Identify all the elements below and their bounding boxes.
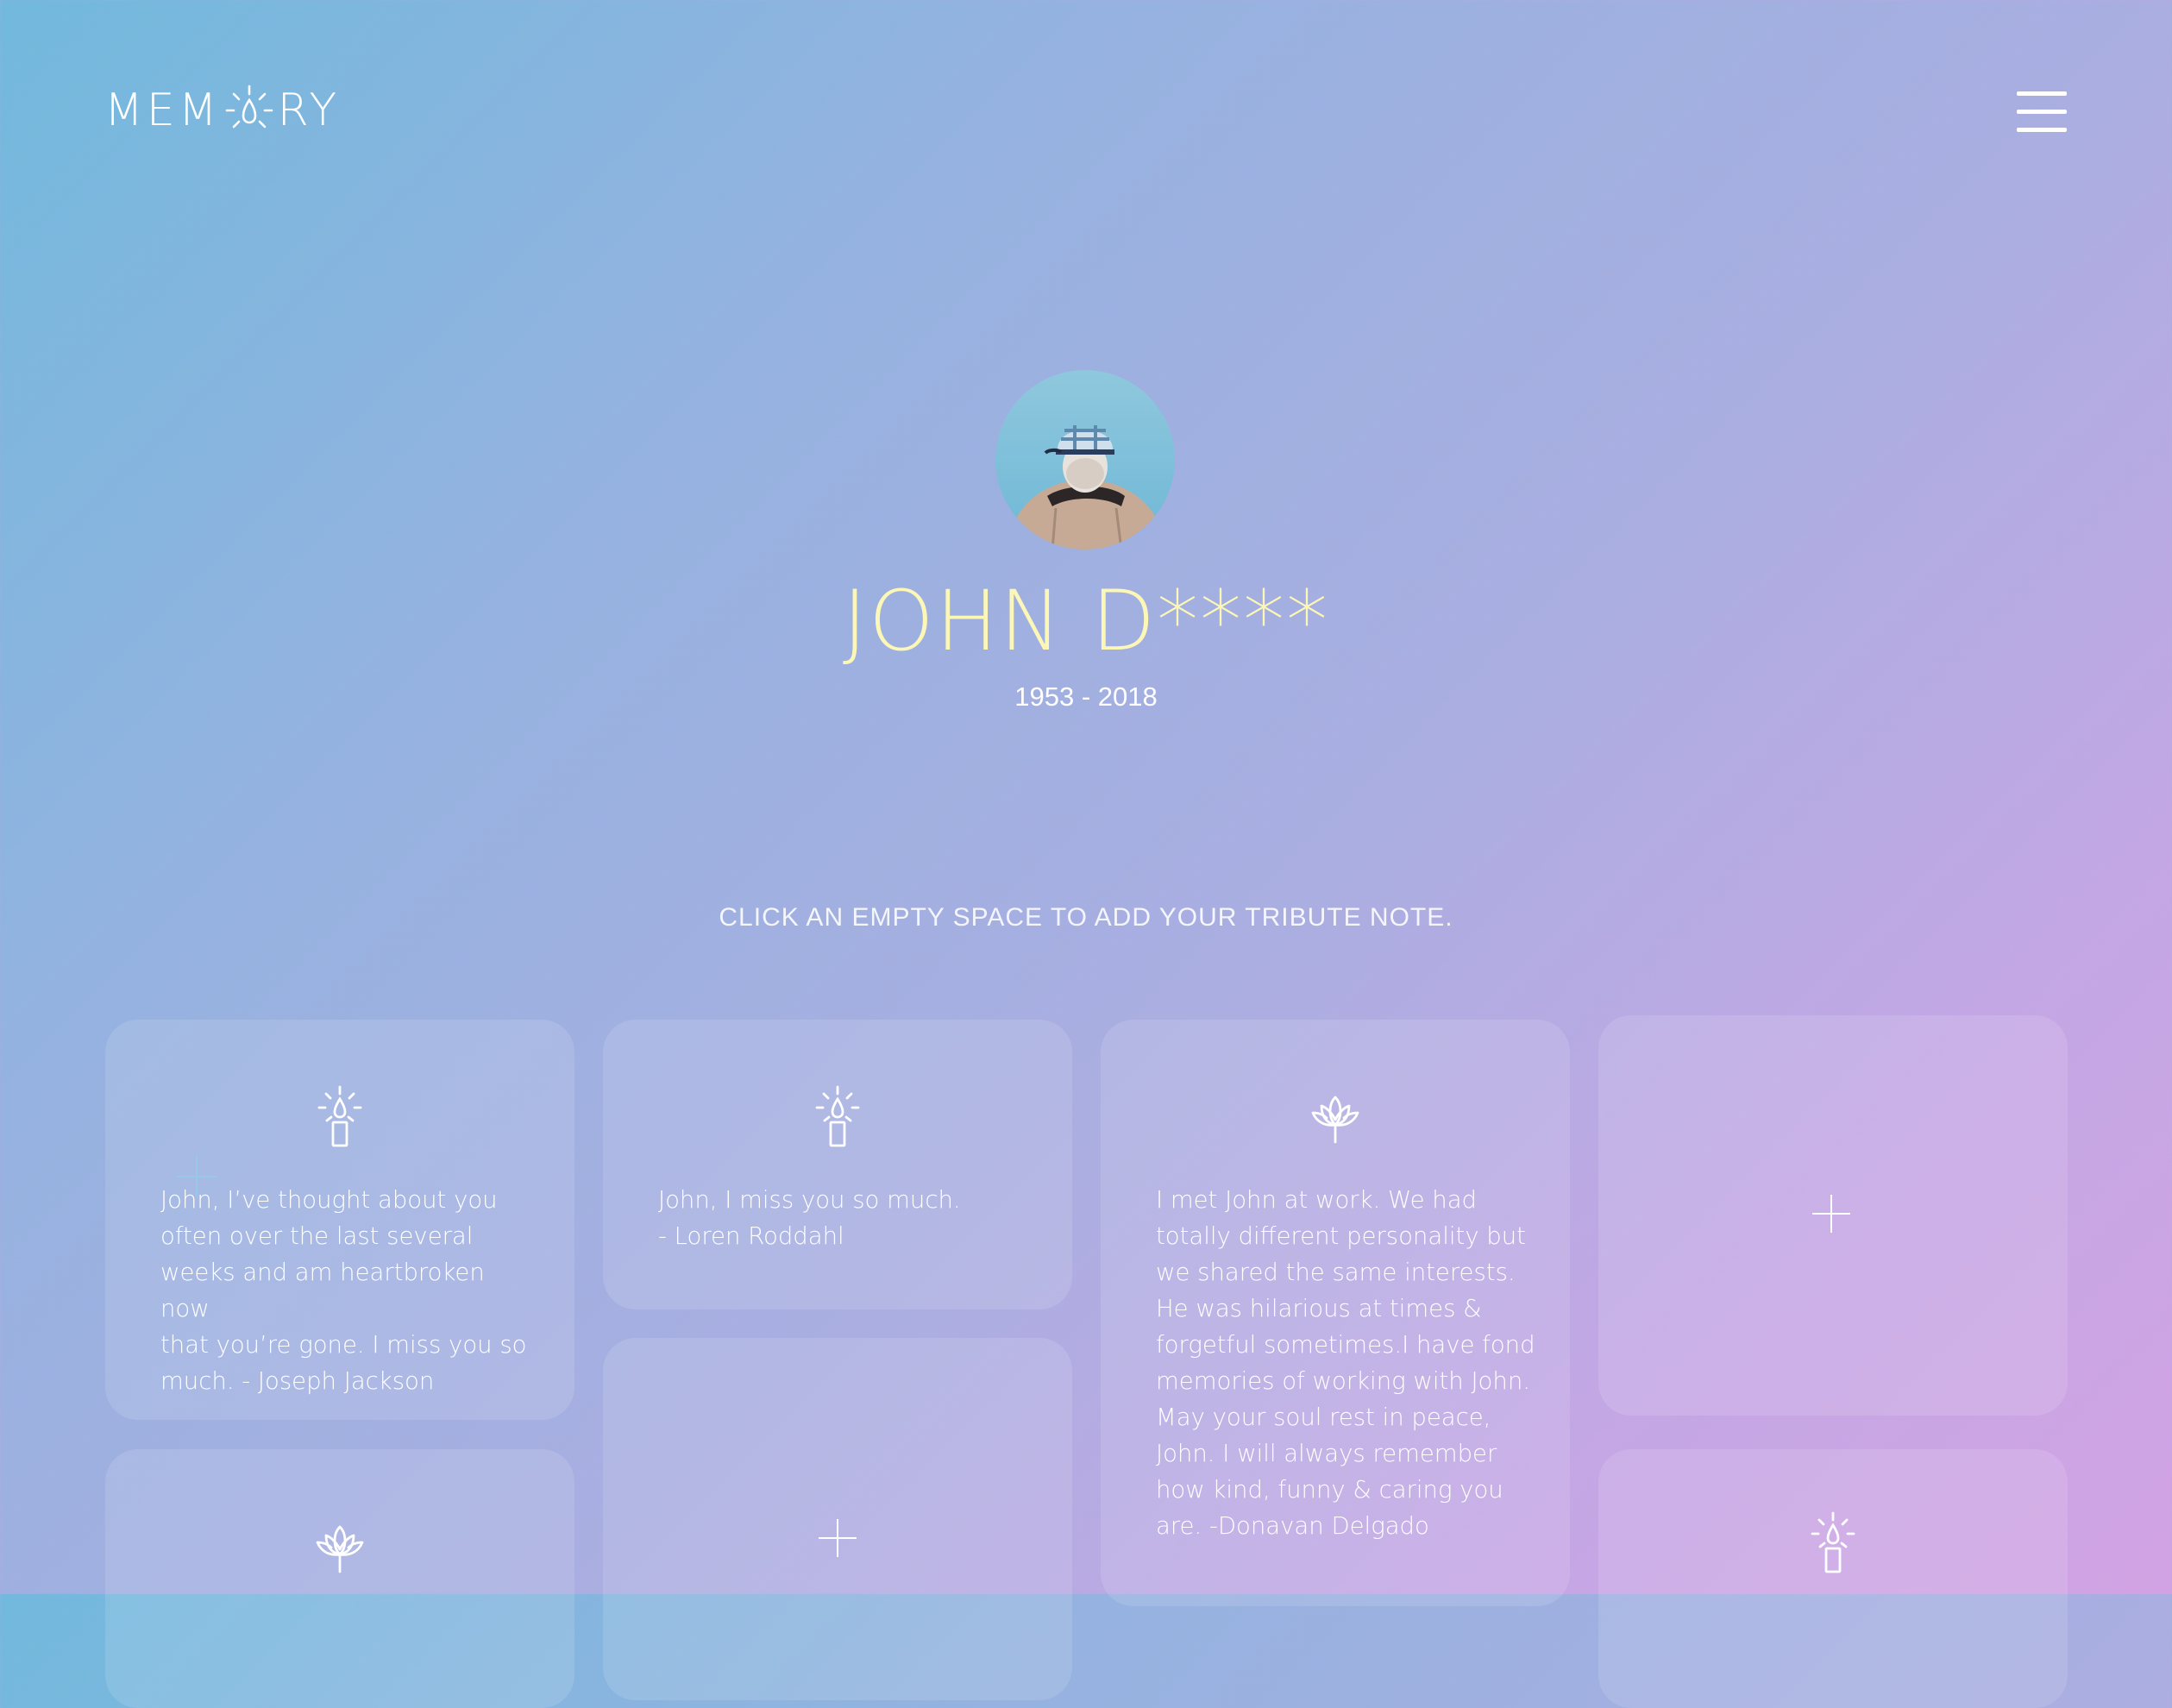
tribute-card[interactable] xyxy=(105,1449,574,1708)
empty-tribute-slot[interactable] xyxy=(1598,1015,2068,1416)
tribute-text: John, I miss you so much. - Loren Roddah… xyxy=(658,1186,961,1250)
tribute-card[interactable]: John, I miss you so much. - Loren Roddah… xyxy=(603,1020,1072,1309)
candle-icon xyxy=(105,1085,574,1147)
tribute-text: John, I’ve thought about you often over … xyxy=(160,1186,527,1395)
tribute-card[interactable]: I met John at work. We had totally diffe… xyxy=(1101,1020,1570,1606)
candle-flame-icon xyxy=(223,84,276,137)
candle-icon xyxy=(603,1085,1072,1147)
page-title: JOHN D**** xyxy=(842,573,1330,669)
logo-text-start: MEM xyxy=(104,85,221,136)
tribute-card[interactable]: John, I’ve thought about you often over … xyxy=(105,1020,574,1420)
logo[interactable]: MEM RY xyxy=(104,84,340,137)
instruction-text: CLICK AN EMPTY SPACE TO ADD YOUR TRIBUTE… xyxy=(719,903,1453,932)
lotus-icon xyxy=(105,1523,574,1573)
tribute-text: I met John at work. We had totally diffe… xyxy=(1156,1186,1535,1540)
logo-text-end: RY xyxy=(277,85,341,136)
plus-icon xyxy=(1812,1195,1850,1233)
menu-bar xyxy=(2017,110,2067,114)
life-dates: 1953 - 2018 xyxy=(1014,681,1158,712)
lotus-icon xyxy=(1101,1094,1570,1144)
hamburger-menu-icon[interactable] xyxy=(2017,90,2067,133)
plus-icon xyxy=(819,1519,857,1557)
empty-tribute-slot[interactable] xyxy=(603,1338,1072,1700)
candle-icon xyxy=(1598,1511,2068,1573)
menu-bar xyxy=(2017,128,2067,132)
menu-bar xyxy=(2017,91,2067,96)
avatar xyxy=(995,370,1175,549)
tribute-card[interactable] xyxy=(1598,1449,2068,1708)
